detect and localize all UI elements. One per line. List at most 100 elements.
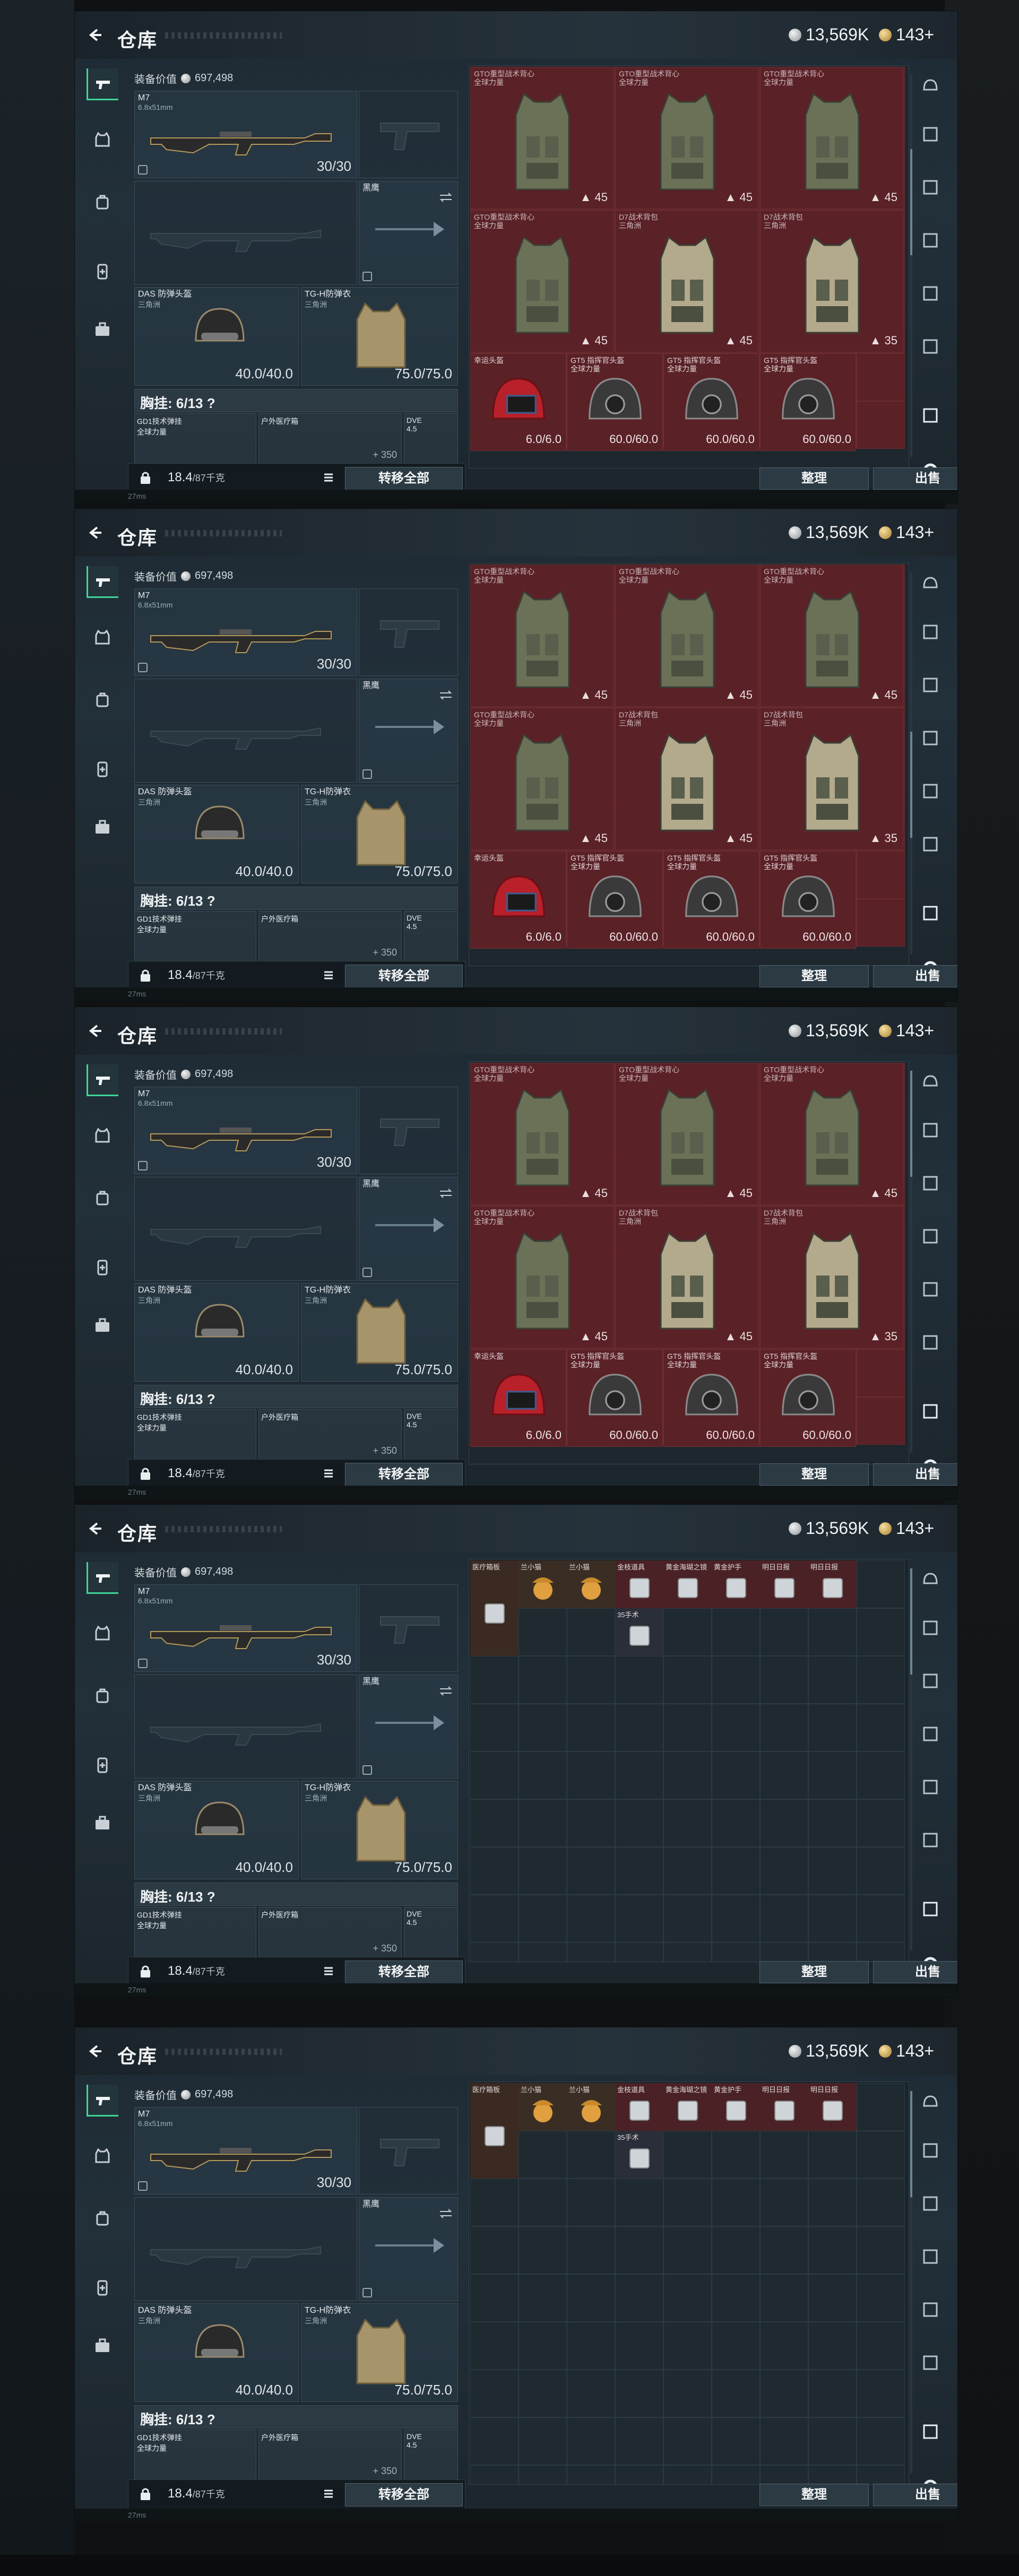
category-5[interactable] [919, 1278, 942, 1301]
grid-cell[interactable] [615, 1656, 663, 1704]
grid-cell[interactable] [712, 2131, 760, 2179]
grid-cell[interactable] [470, 1799, 519, 1847]
grid-cell[interactable] [519, 1942, 567, 1962]
vest-item[interactable]: GTO重型战术背心 全球力量 ▲ 45 [470, 1063, 614, 1205]
armor-slot[interactable]: TG-H防弹衣 三角洲 75.0/75.0 [301, 1781, 458, 1879]
silver-currency[interactable]: 13,569K [789, 1021, 869, 1040]
vest-item[interactable]: GTO重型战术背心 全球力量 ▲ 45 [470, 67, 614, 209]
chest-slot-3[interactable]: DVE 4.5 [404, 1907, 458, 1958]
misc-item[interactable]: 明日日报 [808, 2083, 857, 2131]
grid-cell[interactable] [857, 1942, 905, 1962]
grid-cell[interactable] [857, 2465, 905, 2484]
gold-currency[interactable]: 143+ [879, 523, 934, 542]
category-2[interactable] [919, 1616, 942, 1640]
grid-cell[interactable] [615, 2370, 663, 2417]
helmet-slot[interactable]: DAS 防弹头盔 三角洲 40.0/40.0 [134, 785, 299, 883]
pistol-slot[interactable] [359, 1087, 458, 1174]
grid-cell[interactable] [857, 2226, 905, 2274]
grid-cell[interactable] [760, 2226, 808, 2274]
list-icon[interactable] [322, 1965, 335, 1977]
grid-cell[interactable] [857, 401, 905, 449]
grid-cell[interactable] [615, 1942, 663, 1962]
category-7[interactable] [919, 1400, 942, 1423]
category-7[interactable] [919, 901, 942, 925]
grid-cell[interactable] [712, 1704, 760, 1751]
swap-icon[interactable] [439, 690, 453, 700]
grid-cell[interactable] [760, 1895, 808, 1942]
misc-item[interactable]: 金枝道具 [615, 2083, 663, 2131]
category-all[interactable] [919, 573, 942, 596]
grid-cell[interactable] [808, 1608, 857, 1656]
misc-item[interactable]: 医疗箱板 [470, 2083, 519, 2179]
pistol-slot[interactable] [359, 2107, 458, 2195]
vest-item[interactable]: D7战术背包 三角洲 ▲ 45 [615, 210, 758, 352]
grid-cell[interactable] [567, 2370, 615, 2417]
helmet-item[interactable]: GT5 指挥官头盔 全球力量 60.0/60.0 [663, 851, 759, 949]
vest-item[interactable]: GTO重型战术背心 全球力量 ▲ 45 [470, 1206, 614, 1348]
grid-cell[interactable] [760, 1942, 808, 1962]
melee-slot[interactable]: 黑鹰 [359, 679, 458, 783]
grid-cell[interactable] [615, 2274, 663, 2322]
grid-cell[interactable] [808, 2131, 857, 2179]
grid-cell[interactable] [712, 1895, 760, 1942]
category-2[interactable] [919, 123, 942, 146]
grid-cell[interactable] [663, 2322, 712, 2370]
vest-item[interactable]: GTO重型战术背心 全球力量 ▲ 45 [760, 67, 903, 209]
grid-cell[interactable] [712, 2370, 760, 2417]
swap-icon[interactable] [439, 192, 453, 203]
armor-slot[interactable]: TG-H防弹衣 三角洲 75.0/75.0 [301, 1283, 458, 1382]
helmet-item[interactable]: GT5 指挥官头盔 全球力量 60.0/60.0 [760, 1349, 856, 1447]
chest-rig-header[interactable]: 胸挂: 6/13 ? [134, 887, 458, 910]
category-5[interactable] [919, 1775, 942, 1799]
vest-item[interactable]: GTO重型战术背心 全球力量 ▲ 45 [615, 67, 758, 209]
grid-cell[interactable] [615, 1895, 663, 1942]
grid-cell[interactable] [567, 1847, 615, 1895]
primary-weapon-slot[interactable]: M7 6.8x51mm 30/30 [134, 1087, 357, 1174]
category-3[interactable] [919, 2192, 942, 2215]
pistol-slot[interactable] [359, 1584, 458, 1672]
misc-item[interactable]: 兰小猫 [519, 1560, 567, 1608]
grid-cell[interactable] [519, 2274, 567, 2322]
grid-cell[interactable] [808, 1751, 857, 1799]
helmet-item[interactable]: GT5 指挥官头盔 全球力量 60.0/60.0 [567, 1349, 663, 1447]
tab-backpack[interactable] [87, 2202, 118, 2234]
grid-cell[interactable] [712, 1942, 760, 1962]
misc-item[interactable]: 兰小猫 [567, 2083, 615, 2131]
misc-item[interactable]: 明日日报 [760, 2083, 808, 2131]
category-5[interactable] [919, 282, 942, 305]
helmet-item[interactable]: GT5 指挥官头盔 全球力量 60.0/60.0 [567, 353, 663, 451]
misc-item[interactable]: 明日日报 [808, 1560, 857, 1608]
tab-backpack[interactable] [87, 1182, 118, 1214]
grid-cell[interactable] [857, 2417, 905, 2465]
chest-slot-1[interactable]: GD1技术弹挂 全球力量 [134, 413, 256, 464]
category-7[interactable] [919, 1897, 942, 1921]
grid-cell[interactable] [857, 1349, 905, 1397]
category-5[interactable] [919, 2298, 942, 2321]
grid-cell[interactable] [567, 1656, 615, 1704]
secondary-weapon-slot[interactable] [134, 1177, 357, 1281]
grid-cell[interactable] [760, 2274, 808, 2322]
misc-item[interactable]: 黄金护手 [712, 1560, 760, 1608]
category-2[interactable] [919, 2139, 942, 2162]
chest-slot-3[interactable]: DVE 4.5 [404, 1409, 458, 1460]
grid-cell[interactable] [663, 1895, 712, 1942]
vest-item[interactable]: D7战术背包 三角洲 ▲ 45 [615, 1206, 758, 1348]
melee-slot[interactable]: 黑鹰 [359, 2197, 458, 2301]
grid-cell[interactable] [663, 2465, 712, 2484]
helmet-item[interactable]: GT5 指挥官头盔 全球力量 60.0/60.0 [567, 851, 663, 949]
misc-item[interactable]: 兰小猫 [519, 2083, 567, 2131]
grid-cell[interactable] [712, 2274, 760, 2322]
primary-weapon-slot[interactable]: M7 6.8x51mm 30/30 [134, 1584, 357, 1672]
chest-slot-2[interactable]: 户外医疗箱 + 350 [258, 1409, 402, 1460]
grid-cell[interactable] [519, 1799, 567, 1847]
tab-medical[interactable] [87, 753, 118, 785]
back-arrow-icon[interactable] [88, 1024, 102, 1038]
helmet-item[interactable]: GT5 指挥官头盔 全球力量 60.0/60.0 [760, 353, 856, 451]
grid-cell[interactable] [712, 2226, 760, 2274]
grid-cell[interactable] [808, 1847, 857, 1895]
armor-slot[interactable]: TG-H防弹衣 三角洲 75.0/75.0 [301, 287, 458, 386]
primary-weapon-slot[interactable]: M7 6.8x51mm 30/30 [134, 2107, 357, 2195]
silver-currency[interactable]: 13,569K [789, 523, 869, 542]
category-2[interactable] [919, 1118, 942, 1142]
melee-slot[interactable]: 黑鹰 [359, 1177, 458, 1281]
